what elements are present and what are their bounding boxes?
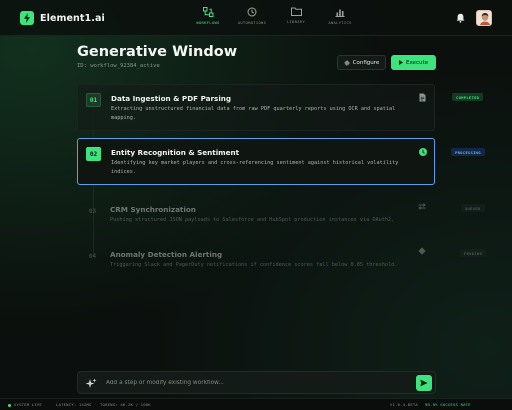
send-icon (420, 379, 428, 387)
step-description: Extracting unstructured financial data f… (111, 106, 396, 121)
diamond-icon[interactable] (418, 247, 426, 255)
system-status: SYSTEM LIVE (8, 402, 42, 407)
step-description: Identifying key market players and cross… (111, 160, 399, 175)
step-title: Entity Recognition & Sentiment (111, 148, 240, 157)
sync-icon[interactable] (418, 203, 426, 210)
step-title: Data Ingestion & PDF Parsing (111, 94, 232, 103)
status-bar: SYSTEM LIVE LATENCY: 142MS TOKENS: 46.2K… (0, 398, 512, 410)
prompt-bar (77, 371, 436, 394)
automation-icon (247, 7, 257, 17)
folder-icon (290, 7, 302, 16)
send-button[interactable] (416, 375, 432, 391)
workflow-icon (202, 7, 213, 17)
success-rate: 99.9% SUCCESS RATE (425, 402, 471, 407)
brand-name: Element1.ai (40, 12, 105, 24)
status-badge: COMPLETED (452, 93, 484, 101)
bell-icon[interactable] (456, 13, 465, 23)
nav-label: WORKFLOWS (196, 20, 220, 25)
nav-label: LIBRARY (286, 19, 306, 24)
nav-label: AUTOMATIONS (237, 20, 267, 25)
execute-button[interactable]: Execute (391, 55, 436, 70)
step-title: CRM Synchronization (110, 205, 196, 214)
gear-icon (344, 60, 350, 65)
step-number: 01 (86, 93, 101, 107)
step-number: 02 (86, 147, 101, 161)
main-nav: WORKFLOWS AUTOMATIONS LIBRARY ANALYTICS (188, 7, 364, 30)
version-label: V1.0.4-BETA (390, 402, 418, 407)
step-card-data-ingestion[interactable]: 01 Data Ingestion & PDF Parsing Extracti… (77, 84, 484, 131)
lightning-logo-icon (20, 11, 34, 25)
step-title: Anomaly Detection Alerting (110, 250, 223, 259)
nav-item-automations[interactable]: AUTOMATIONS (232, 7, 272, 30)
step-description: Pushing structured JSON payloads to Sale… (110, 217, 395, 223)
tokens-readout: TOKENS: 46.2K / 100K (100, 402, 151, 407)
live-dot-icon (8, 403, 11, 407)
brand[interactable]: Element1.ai (20, 11, 105, 25)
nav-item-workflows[interactable]: WORKFLOWS (188, 7, 228, 30)
status-badge: QUEUED (461, 204, 485, 212)
execute-label: Execute (406, 59, 428, 66)
step-card-entity-recognition[interactable]: 02 Entity Recognition & Sentiment Identi… (77, 138, 485, 185)
status-badge: PENDING (460, 249, 487, 257)
configure-label: Configure (352, 59, 380, 66)
user-portrait-icon (477, 11, 491, 25)
sparkle-icon (86, 378, 97, 388)
nav-item-library[interactable]: LIBRARY (276, 7, 316, 30)
play-icon (399, 60, 403, 65)
processing-icon[interactable] (419, 148, 427, 156)
latency-readout: LATENCY: 142MS (56, 402, 92, 407)
analytics-icon (335, 9, 345, 17)
nav-label: ANALYTICS (328, 20, 352, 25)
avatar[interactable] (476, 10, 492, 26)
configure-button[interactable]: Configure (337, 55, 386, 70)
step-number: 03 (88, 207, 97, 215)
page-title: Generative Window (77, 44, 238, 60)
step-description: Triggering Slack and PagerDuty notificat… (110, 262, 398, 268)
top-navigation-bar: Element1.ai WORKFLOWS AUTOMATIONS LIBRAR… (0, 0, 512, 36)
document-icon[interactable] (419, 93, 426, 102)
nav-item-analytics[interactable]: ANALYTICS (320, 7, 360, 30)
workflow-id: ID: workflow_92384_active (77, 63, 160, 69)
step-card-crm-sync[interactable]: 03 CRM Synchronization Pushing structure… (77, 196, 485, 234)
step-number: 04 (88, 252, 97, 260)
status-badge: PROCESSING (451, 148, 485, 156)
prompt-input[interactable] (106, 376, 406, 390)
step-card-anomaly-detection[interactable]: 04 Anomaly Detection Alerting Triggering… (77, 241, 487, 279)
